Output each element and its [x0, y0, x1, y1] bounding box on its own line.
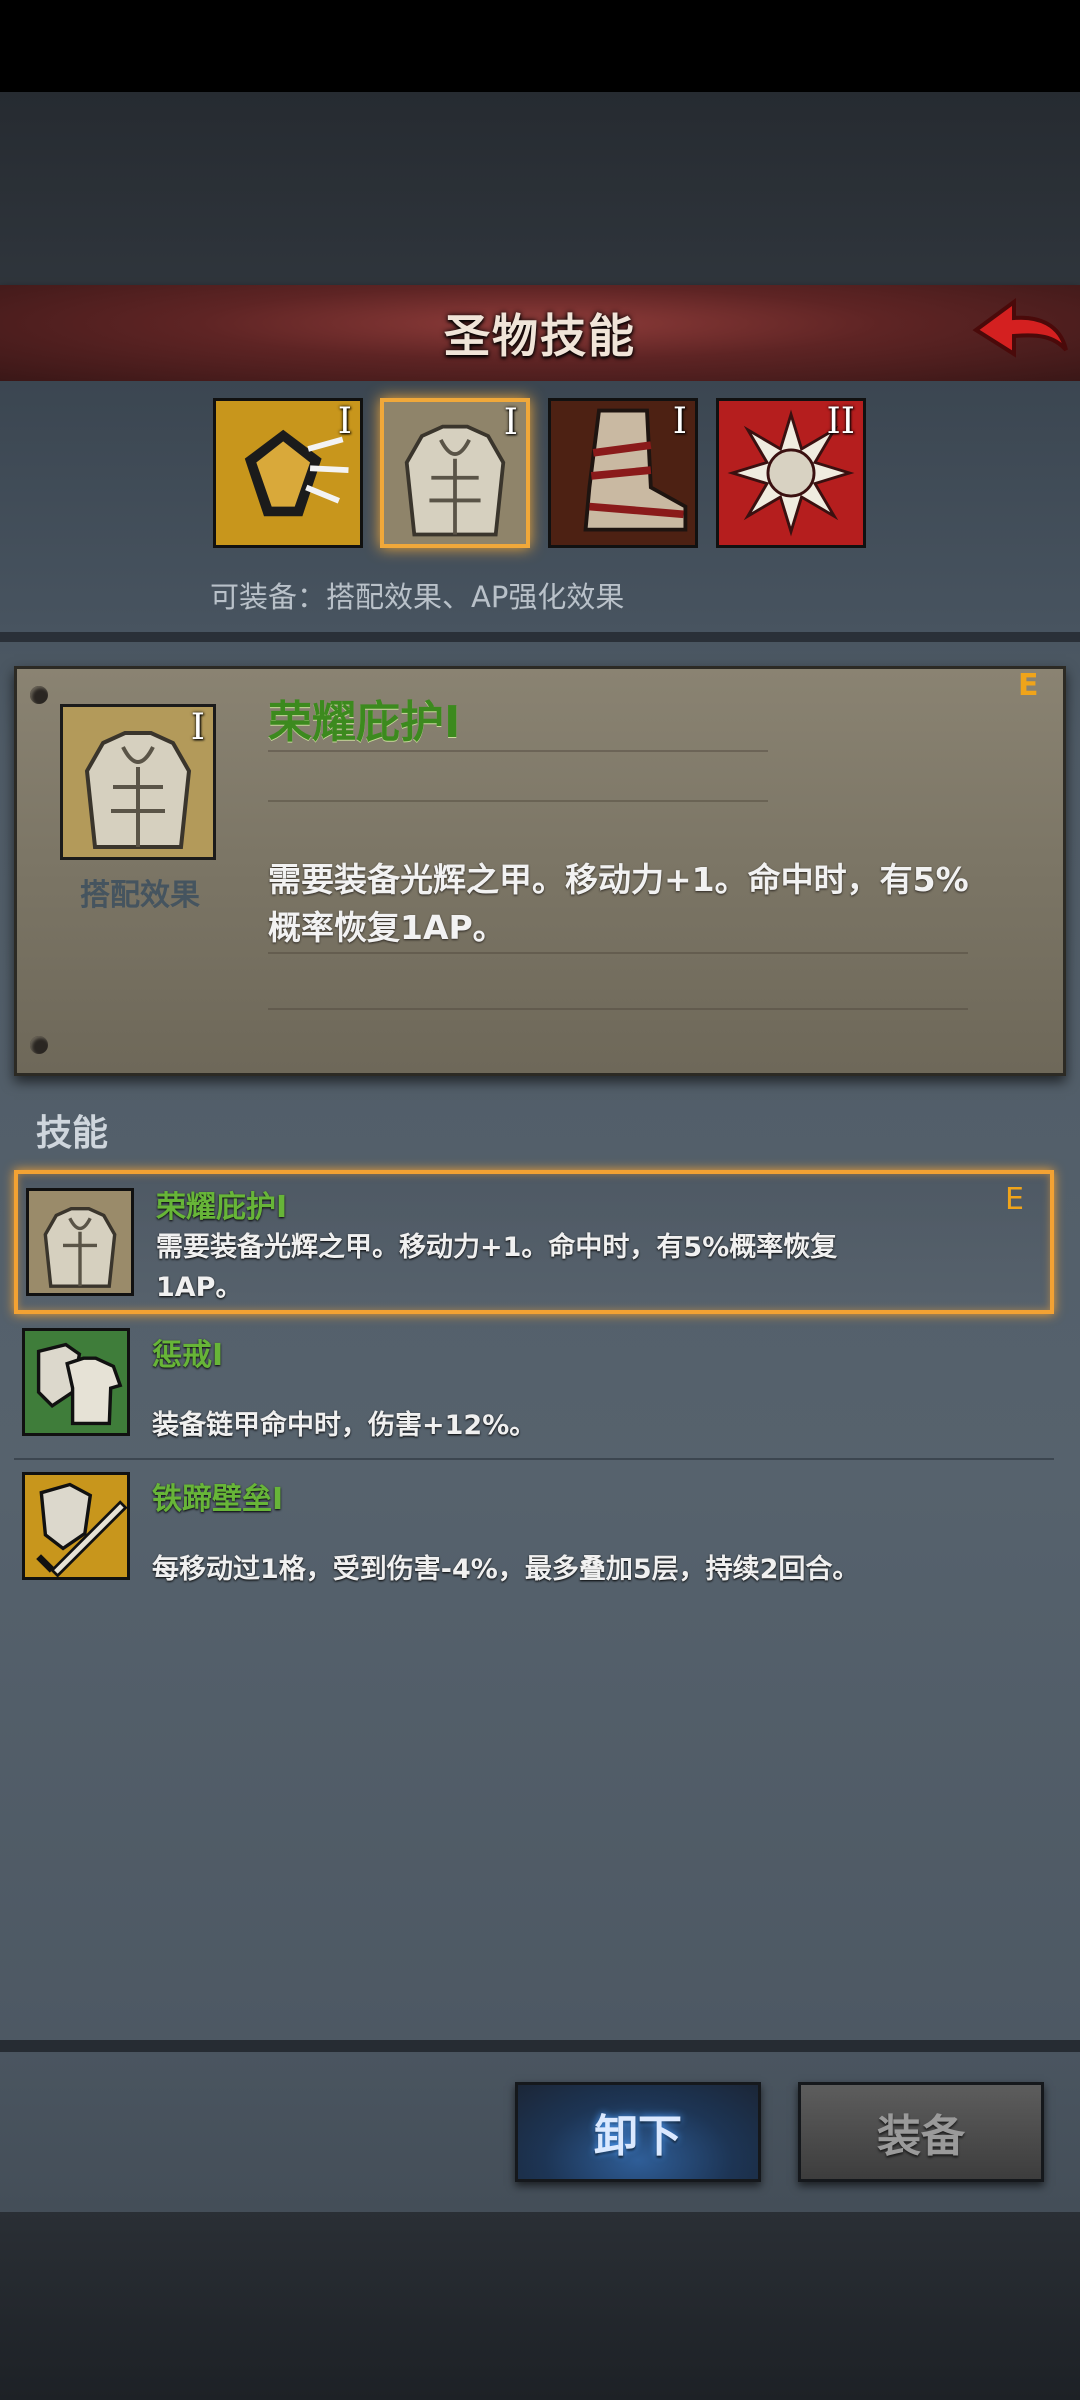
skill-grade-badge: E: [1005, 1182, 1024, 1217]
skill-row-iron-hoof[interactable]: 铁蹄壁垒I 每移动过1格，受到伤害-4%，最多叠加5层，持续2回合。: [14, 1462, 1054, 1604]
relic-slot-armor[interactable]: I: [380, 398, 530, 548]
detail-grade-badge: E: [1018, 668, 1039, 703]
unequip-button[interactable]: 卸下: [515, 2082, 761, 2182]
skill-row-punish[interactable]: 惩戒I 装备链甲命中时，伤害+12%。: [14, 1318, 1054, 1460]
red-back-arrow-icon: [972, 298, 1068, 358]
rivet-icon: [30, 1036, 48, 1054]
relic-slot-sun[interactable]: II: [716, 398, 866, 548]
bottom-backdrop: [0, 2212, 1080, 2400]
page-title: 圣物技能: [444, 309, 636, 363]
skill-desc-line: 需要装备光辉之甲。移动力+1。命中时，有5%概率恢复: [156, 1232, 838, 1263]
relic-slot-boot[interactable]: I: [548, 398, 698, 548]
relic-slot-shield[interactable]: I: [213, 398, 363, 548]
rivet-icon: [30, 686, 48, 704]
divider: [0, 2040, 1080, 2052]
divider: [268, 1008, 968, 1010]
skill-description: 需要装备光辉之甲。移动力+1。命中时，有5%概率恢复 1AP。: [156, 1228, 896, 1308]
divider: [268, 800, 768, 802]
skill-row-glory[interactable]: 荣耀庇护I 需要装备光辉之甲。移动力+1。命中时，有5%概率恢复 1AP。 E: [14, 1170, 1054, 1314]
divider: [268, 750, 768, 752]
shield-sword-skill-icon: [22, 1472, 130, 1580]
divider: [0, 632, 1080, 642]
detail-armor-icon: I: [60, 704, 216, 860]
detail-desc-line: 需要装备光辉之甲。移动力+1。命中时，有5%: [268, 860, 969, 899]
skill-name: 铁蹄壁垒I: [152, 1482, 284, 1517]
detail-description: 需要装备光辉之甲。移动力+1。命中时，有5% 概率恢复1AP。: [268, 856, 1008, 952]
skills-section-label: 技能: [36, 1113, 109, 1154]
skill-description: 每移动过1格，受到伤害-4%，最多叠加5层，持续2回合。: [152, 1554, 860, 1585]
divider: [14, 1458, 1054, 1460]
rank-label: I: [503, 402, 518, 443]
rank-label: I: [672, 401, 687, 442]
skill-name: 惩戒I: [152, 1338, 224, 1373]
detail-skill-name: 荣耀庇护I: [268, 697, 461, 748]
divider: [268, 952, 968, 954]
armor-skill-icon: [26, 1188, 134, 1296]
detail-desc-line: 概率恢复1AP。: [268, 908, 506, 947]
back-button[interactable]: [968, 290, 1072, 370]
equip-button[interactable]: 装备: [798, 2082, 1044, 2182]
status-bar: [0, 0, 1080, 92]
skill-description: 装备链甲命中时，伤害+12%。: [152, 1410, 537, 1441]
skill-desc-line: 1AP。: [156, 1272, 243, 1303]
rank-label: II: [826, 401, 855, 442]
rank-label: I: [190, 707, 205, 748]
rank-label: I: [337, 401, 352, 442]
skill-name: 荣耀庇护I: [156, 1190, 288, 1225]
shield-shirt-skill-icon: [22, 1328, 130, 1436]
equippable-hint: 可装备：搭配效果、AP强化效果: [210, 580, 625, 614]
top-backdrop: [0, 92, 1080, 288]
detail-tag: 搭配效果: [80, 878, 200, 913]
